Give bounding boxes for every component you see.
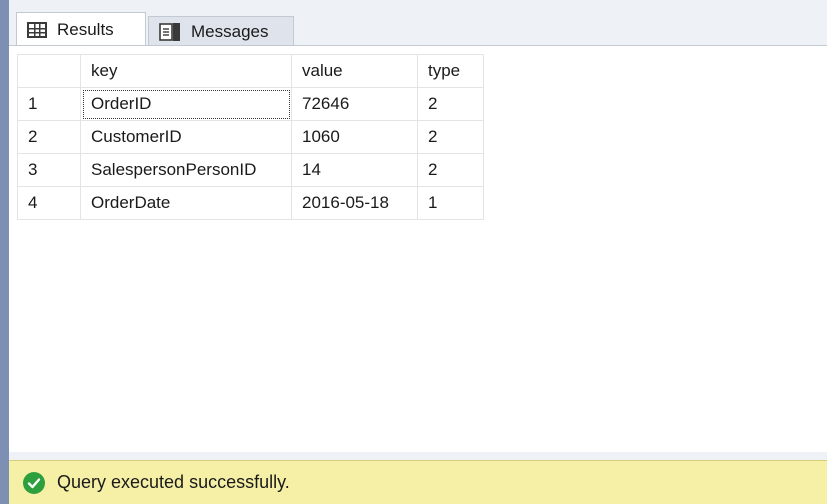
column-header-type[interactable]: type (417, 54, 484, 88)
cell-type[interactable]: 2 (417, 87, 484, 121)
tab-results[interactable]: Results (16, 12, 146, 46)
cell-key[interactable]: CustomerID (80, 120, 292, 154)
cell-key[interactable]: OrderID (80, 87, 292, 121)
cell-value[interactable]: 1060 (291, 120, 418, 154)
row-number[interactable]: 4 (17, 186, 81, 220)
cell-value[interactable]: 72646 (291, 87, 418, 121)
messages-icon (159, 22, 180, 41)
column-header-key[interactable]: key (80, 54, 292, 88)
row-number[interactable]: 2 (17, 120, 81, 154)
cell-key[interactable]: OrderDate (80, 186, 292, 220)
success-check-icon (23, 471, 45, 494)
tab-results-label: Results (57, 19, 114, 39)
status-bar: Query executed successfully. (9, 460, 827, 504)
tab-messages-label: Messages (191, 21, 269, 41)
table-row: 1 OrderID 72646 2 (17, 87, 484, 121)
cell-type[interactable]: 2 (417, 153, 484, 187)
results-grid-pane[interactable]: key value type 1 OrderID 72646 2 2 Custo… (9, 45, 827, 453)
cell-type[interactable]: 1 (417, 186, 484, 220)
table-row: 2 CustomerID 1060 2 (17, 120, 484, 154)
cell-key[interactable]: SalespersonPersonID (80, 153, 292, 187)
cell-value[interactable]: 14 (291, 153, 418, 187)
results-window: Results Messages key value type 1 OrderI… (0, 0, 827, 504)
grid-icon (27, 21, 47, 38)
row-header-corner[interactable] (17, 54, 81, 88)
cell-type[interactable]: 2 (417, 120, 484, 154)
status-text: Query executed successfully. (57, 472, 290, 492)
cell-value[interactable]: 2016-05-18 (291, 186, 418, 220)
column-header-value[interactable]: value (291, 54, 418, 88)
window-edge (0, 0, 9, 504)
row-number[interactable]: 1 (17, 87, 81, 121)
table-row: 3 SalespersonPersonID 14 2 (17, 153, 484, 187)
row-number[interactable]: 3 (17, 153, 81, 187)
results-grid[interactable]: key value type 1 OrderID 72646 2 2 Custo… (17, 54, 484, 220)
tab-messages[interactable]: Messages (148, 16, 294, 46)
status-separator (9, 452, 827, 460)
header-row: key value type (17, 54, 484, 88)
result-tabs: Results Messages (9, 7, 827, 46)
table-row: 4 OrderDate 2016-05-18 1 (17, 186, 484, 220)
